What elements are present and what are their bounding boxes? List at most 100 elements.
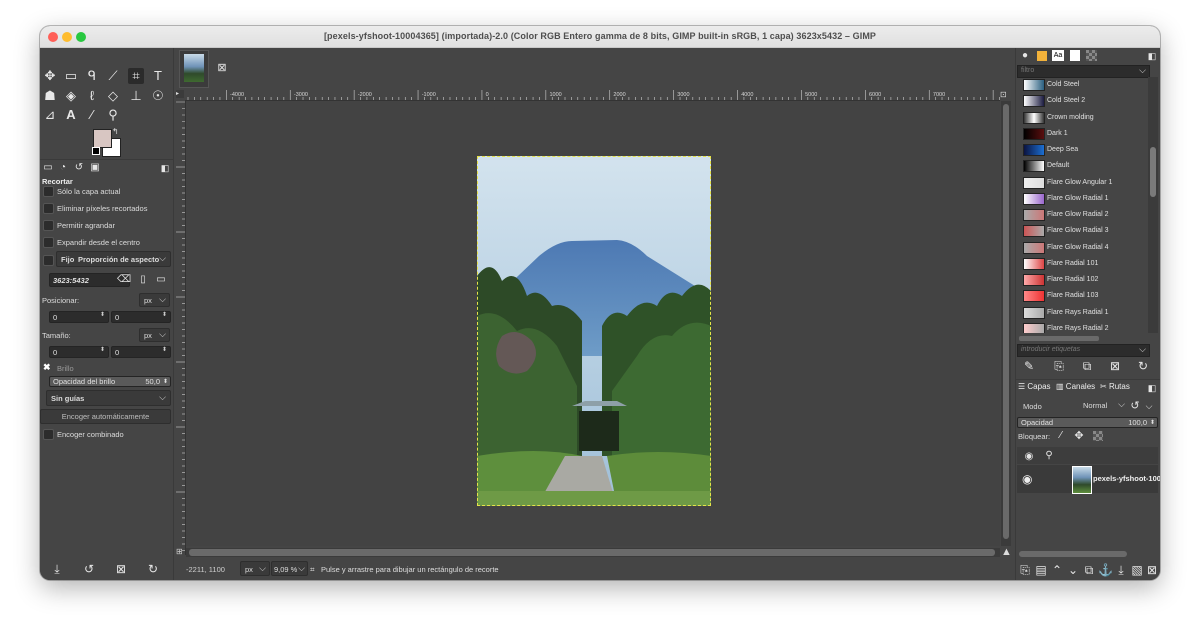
fixed-mode-dropdown[interactable]: Fijo Proporción de aspecto ⌵ bbox=[56, 251, 171, 267]
clear-ratio-icon[interactable]: ⌫ bbox=[117, 273, 131, 287]
allow-growing-checkbox[interactable] bbox=[43, 220, 54, 231]
horizontal-ruler[interactable]: -4000 -3000 -2000 -1000 0 1000 2000 3000 4000 500… bbox=[185, 90, 1000, 101]
images-tab-icon[interactable]: ▣ bbox=[88, 161, 102, 175]
move-tool-icon[interactable]: ✥ bbox=[42, 68, 58, 84]
unified-transform-tool-icon[interactable]: T bbox=[150, 68, 166, 84]
gradient-hscroll-thumb[interactable] bbox=[1019, 336, 1099, 341]
zoom-to-fit-icon[interactable]: ▲ bbox=[1001, 547, 1012, 558]
lock-alpha-icon[interactable] bbox=[1093, 431, 1103, 441]
gradient-item[interactable]: Flare Glow Radial 3 bbox=[1015, 223, 1148, 239]
tags-input[interactable]: introducir etiquetas ⌵ bbox=[1017, 344, 1150, 357]
tab-paths[interactable]: ✂ Rutas bbox=[1100, 382, 1130, 391]
current-layer-only-checkbox[interactable] bbox=[43, 186, 54, 197]
mode-reset-icon[interactable]: ↺ bbox=[1128, 399, 1142, 413]
delete-tool-preset-icon[interactable]: ⊠ bbox=[114, 562, 128, 576]
edit-gradient-icon[interactable]: ✎ bbox=[1022, 359, 1036, 373]
lower-layer-icon[interactable]: ⌄ bbox=[1066, 563, 1080, 577]
gradient-item[interactable]: Flare Glow Radial 1 bbox=[1015, 191, 1148, 207]
lock-pixels-icon[interactable]: ⁄ bbox=[1054, 429, 1068, 443]
crop-tool-icon[interactable]: ⌗ bbox=[128, 68, 144, 84]
unit-dropdown[interactable]: px ⌵ bbox=[240, 561, 270, 576]
rect-select-tool-icon[interactable]: ▭ bbox=[63, 68, 79, 84]
tab-menu-icon[interactable]: ◧ bbox=[1145, 381, 1159, 395]
fixed-checkbox[interactable] bbox=[43, 255, 54, 266]
document-tab-icon[interactable] bbox=[1070, 50, 1080, 61]
fonts-tab-icon[interactable]: Aa bbox=[1052, 50, 1064, 61]
gradient-item[interactable]: Dark 1 bbox=[1015, 126, 1148, 142]
duplicate-gradient-icon[interactable]: ⧉ bbox=[1080, 359, 1094, 373]
layer-hscroll-thumb[interactable] bbox=[1019, 551, 1127, 557]
landscape-icon[interactable]: ▭ bbox=[154, 273, 168, 287]
auto-shrink-button[interactable]: Encoger automáticamente bbox=[40, 409, 171, 424]
layer-opacity-slider[interactable]: Opacidad 100,0 ⬍ bbox=[1017, 417, 1158, 428]
brushes-tab-icon[interactable]: ● bbox=[1018, 49, 1032, 63]
merge-layer-icon[interactable]: ⤓ bbox=[1114, 563, 1128, 577]
zoom-dropdown[interactable]: 9,09 % ⌵ bbox=[271, 561, 308, 576]
tab-channels[interactable]: ▥ Canales bbox=[1056, 382, 1095, 391]
size-unit-dropdown[interactable]: px ⌵ bbox=[139, 328, 170, 342]
spin-arrows-icon[interactable]: ⬍ bbox=[162, 346, 167, 353]
raise-layer-icon[interactable]: ⌃ bbox=[1050, 563, 1064, 577]
eraser-tool-icon[interactable]: ◇ bbox=[105, 88, 121, 104]
refresh-gradients-icon[interactable]: ↻ bbox=[1136, 359, 1150, 373]
gradient-item[interactable]: Flare Glow Angular 1 bbox=[1015, 175, 1148, 191]
gradients-tab-icon[interactable] bbox=[1086, 50, 1097, 61]
expand-from-center-checkbox[interactable] bbox=[43, 237, 54, 248]
swap-colors-icon[interactable]: ↰ bbox=[112, 127, 119, 136]
eye-icon[interactable]: ◉ bbox=[1022, 472, 1032, 486]
gradient-item[interactable]: Flare Glow Radial 2 bbox=[1015, 207, 1148, 223]
gradient-item[interactable]: Deep Sea bbox=[1015, 142, 1148, 158]
delete-layer-icon[interactable]: ⊠ bbox=[1145, 563, 1159, 577]
free-select-tool-icon[interactable]: ᑫ bbox=[84, 68, 100, 84]
highlight-checkbox[interactable]: ✖ bbox=[43, 363, 52, 372]
color-picker-tool-icon[interactable]: ⁄ bbox=[84, 107, 100, 123]
gradient-item[interactable]: Flare Rays Radial 2 bbox=[1015, 321, 1148, 333]
ruler-corner-menu-icon[interactable]: ▸ bbox=[176, 90, 184, 98]
position-unit-dropdown[interactable]: px ⌵ bbox=[139, 293, 170, 307]
portrait-icon[interactable]: ▯ bbox=[136, 273, 150, 287]
navigate-icon[interactable]: ⊞ bbox=[176, 547, 185, 557]
gradient-item[interactable]: Flare Glow Radial 4 bbox=[1015, 240, 1148, 256]
fuzzy-select-tool-icon[interactable]: ⟋ bbox=[105, 68, 121, 84]
horizontal-scrollbar[interactable] bbox=[186, 548, 1000, 557]
clone-tool-icon[interactable]: ⊥ bbox=[128, 88, 144, 104]
gradient-list-scrollbar[interactable] bbox=[1148, 77, 1158, 333]
new-layer-icon[interactable]: ⎘ bbox=[1018, 563, 1032, 577]
gradient-item[interactable]: Default bbox=[1015, 158, 1148, 174]
gradient-item[interactable]: Crown molding bbox=[1015, 110, 1148, 126]
gradient-item[interactable]: Flare Radial 102 bbox=[1015, 272, 1148, 288]
gradient-item[interactable]: Cold Steel 2 bbox=[1015, 93, 1148, 109]
canvas-image[interactable] bbox=[477, 156, 711, 506]
zoom-tool-icon[interactable]: ⚲ bbox=[105, 107, 121, 123]
restore-tool-preset-icon[interactable]: ↺ bbox=[82, 562, 96, 576]
duplicate-layer-icon[interactable]: ⧉ bbox=[1082, 563, 1096, 577]
vertical-scroll-thumb[interactable] bbox=[1003, 104, 1009, 539]
delete-cropped-checkbox[interactable] bbox=[43, 203, 54, 214]
device-status-tab-icon[interactable]: ◔ bbox=[56, 161, 70, 175]
reset-colors-icon[interactable] bbox=[92, 147, 100, 155]
shrink-merged-checkbox[interactable] bbox=[43, 429, 54, 440]
undo-history-tab-icon[interactable]: ↺ bbox=[72, 161, 86, 175]
lock-position-icon[interactable]: ✥ bbox=[1072, 429, 1086, 443]
vertical-scrollbar[interactable] bbox=[1001, 101, 1011, 546]
tab-layers[interactable]: ☰ Capas bbox=[1018, 382, 1051, 391]
gradient-item[interactable]: Flare Rays Radial 1 bbox=[1015, 305, 1148, 321]
paths-tool-icon[interactable]: ⊿ bbox=[42, 107, 58, 123]
tab-menu-icon[interactable]: ◧ bbox=[1145, 49, 1159, 63]
guides-dropdown[interactable]: Sin guías ⌵ bbox=[46, 390, 171, 406]
gradient-list-scroll-thumb[interactable] bbox=[1150, 147, 1156, 197]
smudge-tool-icon[interactable]: ☉ bbox=[150, 88, 166, 104]
close-image-tab-icon[interactable]: ⊠ bbox=[215, 61, 229, 75]
layer-row[interactable]: ◉ pexels-yfshoot-100 bbox=[1017, 465, 1160, 494]
save-tool-preset-icon[interactable]: ⤓ bbox=[50, 562, 64, 576]
highlight-opacity-slider[interactable]: Opacidad del brillo 50,0 ⬍ bbox=[49, 376, 171, 387]
bucket-fill-tool-icon[interactable]: ◈ bbox=[63, 88, 79, 104]
spin-arrows-icon[interactable]: ⬍ bbox=[100, 346, 105, 353]
gradient-item[interactable]: Cold Steel bbox=[1015, 77, 1148, 93]
gradient-item[interactable]: Flare Radial 103 bbox=[1015, 288, 1148, 304]
gradient-item[interactable]: Flare Radial 101 bbox=[1015, 256, 1148, 272]
layer-mask-icon[interactable]: ▧ bbox=[1130, 563, 1144, 577]
tab-menu-icon[interactable]: ◧ bbox=[158, 161, 172, 175]
foreground-color-swatch[interactable] bbox=[93, 129, 112, 148]
reset-tool-options-icon[interactable]: ↻ bbox=[146, 562, 160, 576]
